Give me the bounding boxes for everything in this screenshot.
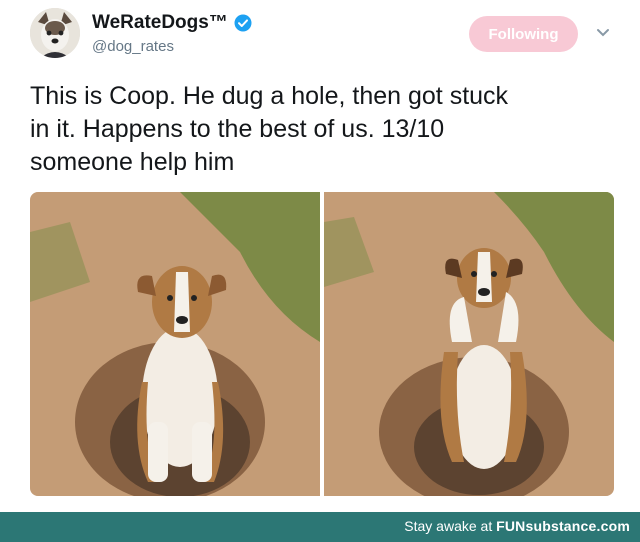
tweet-text-line: in it. Happens to the best of us. 13/10 [30, 115, 445, 143]
media-grid [30, 192, 614, 496]
watermark-text[interactable]: Stay awake at FUNsubstance.com [404, 518, 630, 534]
verified-badge-icon [234, 14, 252, 32]
watermark-brand: FUNsubstance.com [496, 518, 630, 534]
dog-in-hole-photo-2[interactable] [324, 192, 614, 496]
watermark-prefix: Stay awake at [404, 518, 497, 534]
following-button[interactable]: Following [469, 16, 578, 52]
dog-in-hole-photo-1[interactable] [30, 192, 320, 496]
watermark-footer: Stay awake at FUNsubstance.com [0, 512, 640, 542]
tweet-card: WeRateDogs™ @dog_rates Following This is… [0, 0, 640, 512]
avatar[interactable] [30, 8, 80, 58]
dog-avatar-icon [30, 8, 80, 58]
account-handle[interactable]: @dog_rates [92, 38, 174, 55]
tweet-text-line: This is Coop. He dug a hole, then got st… [30, 82, 509, 110]
tweet-text: This is Coop. He dug a hole, then got st… [30, 80, 620, 179]
display-name[interactable]: WeRateDogs™ [92, 12, 228, 34]
tweet-text-line: someone help him [30, 148, 235, 176]
account-name-row[interactable]: WeRateDogs™ [92, 12, 252, 34]
chevron-down-icon[interactable] [596, 28, 610, 38]
